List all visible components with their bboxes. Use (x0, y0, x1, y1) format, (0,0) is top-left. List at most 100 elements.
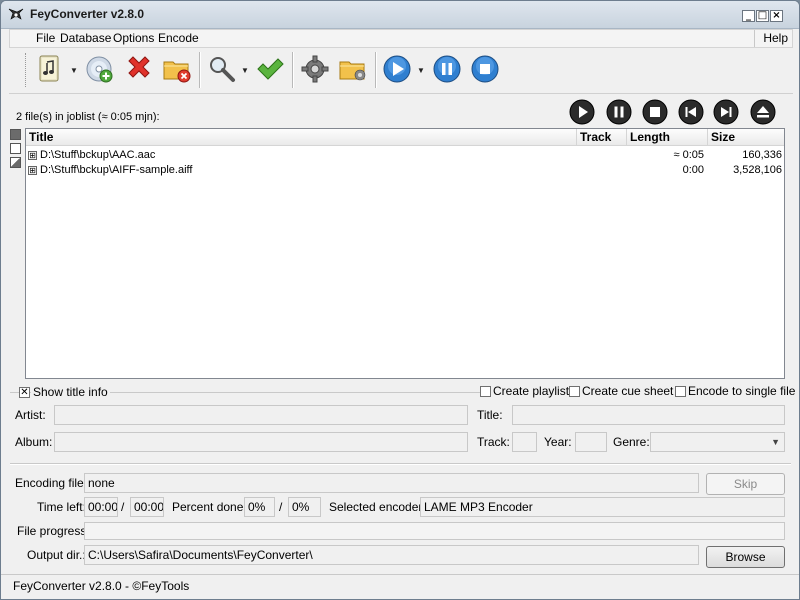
time-left-label: Time left: (35, 500, 88, 514)
menu-bar: File Database Options Encode Help (9, 29, 793, 48)
menu-options[interactable]: Options (113, 31, 154, 45)
clear-folder-icon[interactable] (161, 53, 193, 85)
chevron-down-icon: ▼ (771, 437, 780, 447)
row-length: 0:00 (682, 164, 704, 176)
row-size: 160,336 (742, 149, 782, 161)
toolbar-grip[interactable] (25, 53, 28, 87)
status-bar: FeyConverter v2.8.0 - ©FeyTools (1, 574, 799, 599)
menu-encode[interactable]: Encode (158, 31, 199, 45)
genre-dropdown[interactable]: ▼ (650, 432, 785, 452)
browse-button[interactable]: Browse (706, 546, 785, 568)
select-none-icon[interactable] (10, 143, 21, 154)
encode-stop-icon[interactable] (469, 53, 501, 85)
column-length[interactable]: Length (627, 129, 708, 146)
close-button[interactable]: × (770, 10, 783, 22)
toolbar: ▼ ▼ ▼ (9, 48, 793, 94)
player-next-icon[interactable] (713, 99, 739, 125)
encode-play-icon[interactable] (381, 53, 413, 85)
joblist-count: 2 file(s) in joblist (≈ 0:05 mjn): (16, 111, 160, 123)
menu-file[interactable]: File (36, 31, 55, 45)
encoding-file-field: none (84, 473, 699, 493)
album-label: Album: (13, 435, 55, 449)
expand-icon[interactable]: ⊞ (28, 166, 37, 175)
search-icon[interactable] (206, 53, 238, 85)
year-field[interactable] (575, 432, 607, 452)
invert-selection-icon[interactable] (10, 157, 21, 168)
section-divider (10, 463, 791, 465)
artist-field[interactable] (54, 405, 468, 425)
table-row[interactable]: ⊞ D:\Stuff\bckup\AIFF-sample.aiff 0:00 3… (26, 163, 784, 178)
row-title: D:\Stuff\bckup\AAC.aac (40, 149, 156, 161)
toolbar-separator (292, 52, 294, 88)
add-disc-icon[interactable] (83, 53, 115, 85)
output-dir-field[interactable]: C:\Users\Safira\Documents\FeyConverter\ (84, 545, 699, 565)
row-length: ≈ 0:05 (673, 149, 704, 161)
show-title-info-checkbox[interactable]: ✕ (19, 387, 30, 398)
player-stop-icon[interactable] (642, 99, 668, 125)
selected-encoder-field: LAME MP3 Encoder (420, 497, 785, 517)
create-cue-sheet-label: Create cue sheet (580, 384, 676, 398)
app-logo-icon (8, 8, 24, 20)
player-previous-icon[interactable] (678, 99, 704, 125)
title-label: Title: (475, 408, 505, 422)
output-dir-label: Output dir.: (25, 548, 88, 562)
genre-label: Genre: (611, 435, 652, 449)
time-left-field: 00:00 (84, 497, 118, 517)
joblist-header: Title Track Length Size (26, 129, 784, 146)
artist-label: Artist: (13, 408, 48, 422)
create-playlist-checkbox[interactable] (480, 386, 491, 397)
player-play-icon[interactable] (569, 99, 595, 125)
encode-dropdown-icon[interactable]: ▼ (417, 66, 425, 75)
remove-icon[interactable] (123, 53, 155, 85)
encode-pause-icon[interactable] (431, 53, 463, 85)
expand-icon[interactable]: ⊞ (28, 151, 37, 160)
column-track[interactable]: Track (577, 129, 627, 146)
skip-button[interactable]: Skip (706, 473, 785, 495)
table-row[interactable]: ⊞ D:\Stuff\bckup\AAC.aac ≈ 0:05 160,336 (26, 148, 784, 163)
joblist-table[interactable]: Title Track Length Size ⊞ D:\Stuff\bckup… (25, 128, 785, 379)
percent-separator: / (277, 500, 285, 514)
show-title-info-label: Show title info (31, 385, 110, 399)
settings-gear-icon[interactable] (299, 53, 331, 85)
add-music-dropdown-icon[interactable]: ▼ (70, 66, 78, 75)
minimize-button[interactable]: _ (742, 10, 755, 22)
add-music-icon[interactable] (33, 53, 65, 85)
percent-total-field: 0% (288, 497, 321, 517)
percent-done-field: 0% (244, 497, 275, 517)
window-title: FeyConverter v2.8.0 (30, 7, 145, 21)
column-title[interactable]: Title (26, 129, 577, 146)
file-progress-bar (84, 522, 785, 540)
encoding-file-label: Encoding file: (13, 476, 90, 490)
encode-single-file-checkbox[interactable] (675, 386, 686, 397)
create-cue-sheet-checkbox[interactable] (569, 386, 580, 397)
toolbar-separator (199, 52, 201, 88)
percent-done-label: Percent done: (170, 500, 249, 514)
column-size[interactable]: Size (708, 129, 784, 146)
menu-help[interactable]: Help (754, 30, 792, 47)
selected-encoder-label: Selected encoder: (327, 500, 428, 514)
title-bar[interactable]: FeyConverter v2.8.0 _ □ × (1, 1, 799, 29)
toolbar-separator (375, 52, 377, 88)
menu-database[interactable]: Database (60, 31, 111, 45)
search-dropdown-icon[interactable]: ▼ (241, 66, 249, 75)
app-window: FeyConverter v2.8.0 _ □ × File Database … (0, 0, 800, 600)
title-field[interactable] (512, 405, 785, 425)
time-total-field: 00:00 (130, 497, 164, 517)
row-size: 3,528,106 (733, 164, 782, 176)
maximize-button[interactable]: □ (756, 10, 769, 22)
open-folder-icon[interactable] (337, 53, 369, 85)
player-eject-icon[interactable] (750, 99, 776, 125)
track-field[interactable] (512, 432, 537, 452)
file-progress-label: File progress: (15, 524, 92, 538)
player-pause-icon[interactable] (606, 99, 632, 125)
select-all-icon[interactable] (10, 129, 21, 140)
create-playlist-label: Create playlist (491, 384, 572, 398)
status-text: FeyConverter v2.8.0 - ©FeyTools (13, 579, 190, 593)
time-separator: / (119, 500, 127, 514)
row-title: D:\Stuff\bckup\AIFF-sample.aiff (40, 164, 193, 176)
checkmark-icon[interactable] (254, 53, 286, 85)
album-field[interactable] (54, 432, 468, 452)
encode-single-file-label: Encode to single file (686, 384, 798, 398)
list-side-toolbar (10, 129, 24, 171)
year-label: Year: (542, 435, 574, 449)
